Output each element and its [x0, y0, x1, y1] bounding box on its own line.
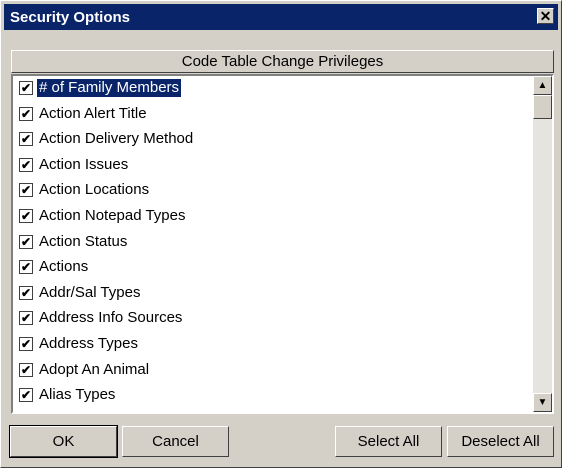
cancel-button[interactable]: Cancel — [122, 426, 229, 457]
list-item[interactable]: ✔ Adopt An Animal — [13, 358, 525, 384]
checkbox[interactable]: ✔ — [19, 234, 33, 249]
list-item[interactable]: ✔ Addr/Sal Types — [13, 281, 525, 307]
checkbox[interactable]: ✔ — [19, 260, 33, 275]
scroll-thumb[interactable] — [533, 95, 552, 119]
close-button[interactable]: ✕ — [537, 8, 554, 24]
list-item[interactable]: ✔ Address Info Sources — [13, 306, 525, 332]
list-item-label: Address Types — [39, 334, 138, 352]
privileges-list[interactable]: ✔ # of Family Members ✔ Action Alert Title ✔… — [11, 74, 554, 414]
checkmark-icon: ✔ — [20, 311, 32, 326]
vertical-scrollbar[interactable]: ▲ ▼ — [533, 76, 552, 412]
list-item[interactable]: ✔ Action Notepad Types — [13, 204, 525, 230]
checkmark-icon: ✔ — [20, 234, 32, 249]
checkmark-icon: ✔ — [20, 106, 32, 121]
checkmark-icon: ✔ — [20, 132, 32, 147]
checkbox[interactable]: ✔ — [19, 388, 33, 403]
checkbox[interactable]: ✔ — [19, 311, 33, 326]
checkbox[interactable]: ✔ — [19, 336, 33, 351]
checkbox[interactable]: ✔ — [19, 132, 33, 147]
ok-button[interactable]: OK — [9, 425, 118, 458]
checkbox[interactable]: ✔ — [19, 362, 33, 377]
list-item-label: Action Issues — [39, 155, 129, 173]
close-icon: ✕ — [539, 8, 552, 24]
checkmark-icon: ✔ — [20, 388, 32, 403]
list-item-label: Alias Types — [39, 386, 116, 404]
list-item[interactable]: ✔ Alias Types — [13, 383, 525, 409]
checkmark-icon: ✔ — [20, 208, 32, 223]
scroll-down-button[interactable]: ▼ — [533, 393, 552, 412]
checkbox[interactable]: ✔ — [19, 208, 33, 223]
dialog-title: Security Options — [10, 9, 131, 26]
select-all-button[interactable]: Select All — [335, 426, 442, 457]
list-item[interactable]: ✔ Action Issues — [13, 153, 525, 179]
checkmark-icon: ✔ — [20, 183, 32, 198]
list-item-label: Address Info Sources — [39, 309, 183, 327]
list-item[interactable]: ✔ Address Types — [13, 332, 525, 358]
list-rows: ✔ # of Family Members ✔ Action Alert Title ✔… — [13, 76, 525, 409]
arrow-up-icon: ▲ — [537, 80, 548, 91]
checkbox[interactable]: ✔ — [19, 81, 33, 95]
scroll-up-button[interactable]: ▲ — [533, 76, 552, 95]
list-header: Code Table Change Privileges — [11, 50, 554, 73]
list-item-label: Action Notepad Types — [39, 206, 186, 224]
checkbox[interactable]: ✔ — [19, 285, 33, 300]
list-item[interactable]: ✔ Action Alert Title — [13, 102, 525, 128]
arrow-down-icon: ▼ — [537, 397, 548, 408]
checkbox[interactable]: ✔ — [19, 183, 33, 198]
list-item-label: Action Delivery Method — [39, 130, 194, 148]
list-item-label: Actions — [39, 258, 89, 276]
deselect-all-button[interactable]: Deselect All — [447, 426, 554, 457]
checkmark-icon: ✔ — [20, 81, 32, 95]
checkmark-icon: ✔ — [20, 260, 32, 275]
list-item[interactable]: ✔ Actions — [13, 255, 525, 281]
list-item-label: Addr/Sal Types — [39, 283, 141, 301]
list-item-label: Action Alert Title — [39, 104, 147, 122]
list-item[interactable]: ✔ Action Locations — [13, 178, 525, 204]
list-item-label: # of Family Members — [35, 78, 183, 98]
checkmark-icon: ✔ — [20, 157, 32, 172]
list-item-label: Adopt An Animal — [39, 360, 150, 378]
security-options-dialog: Security Options ✕ Code Table Change Pri… — [0, 0, 562, 468]
list-item-label: Action Status — [39, 232, 128, 250]
checkmark-icon: ✔ — [20, 362, 32, 377]
checkmark-icon: ✔ — [20, 336, 32, 351]
checkbox[interactable]: ✔ — [19, 157, 33, 172]
list-item[interactable]: ✔ # of Family Members — [13, 76, 525, 102]
list-item-label: Action Locations — [39, 181, 150, 199]
title-bar: Security Options ✕ — [4, 4, 558, 30]
list-item[interactable]: ✔ Action Status — [13, 230, 525, 256]
list-item[interactable]: ✔ Action Delivery Method — [13, 127, 525, 153]
checkmark-icon: ✔ — [20, 285, 32, 300]
checkbox[interactable]: ✔ — [19, 106, 33, 121]
